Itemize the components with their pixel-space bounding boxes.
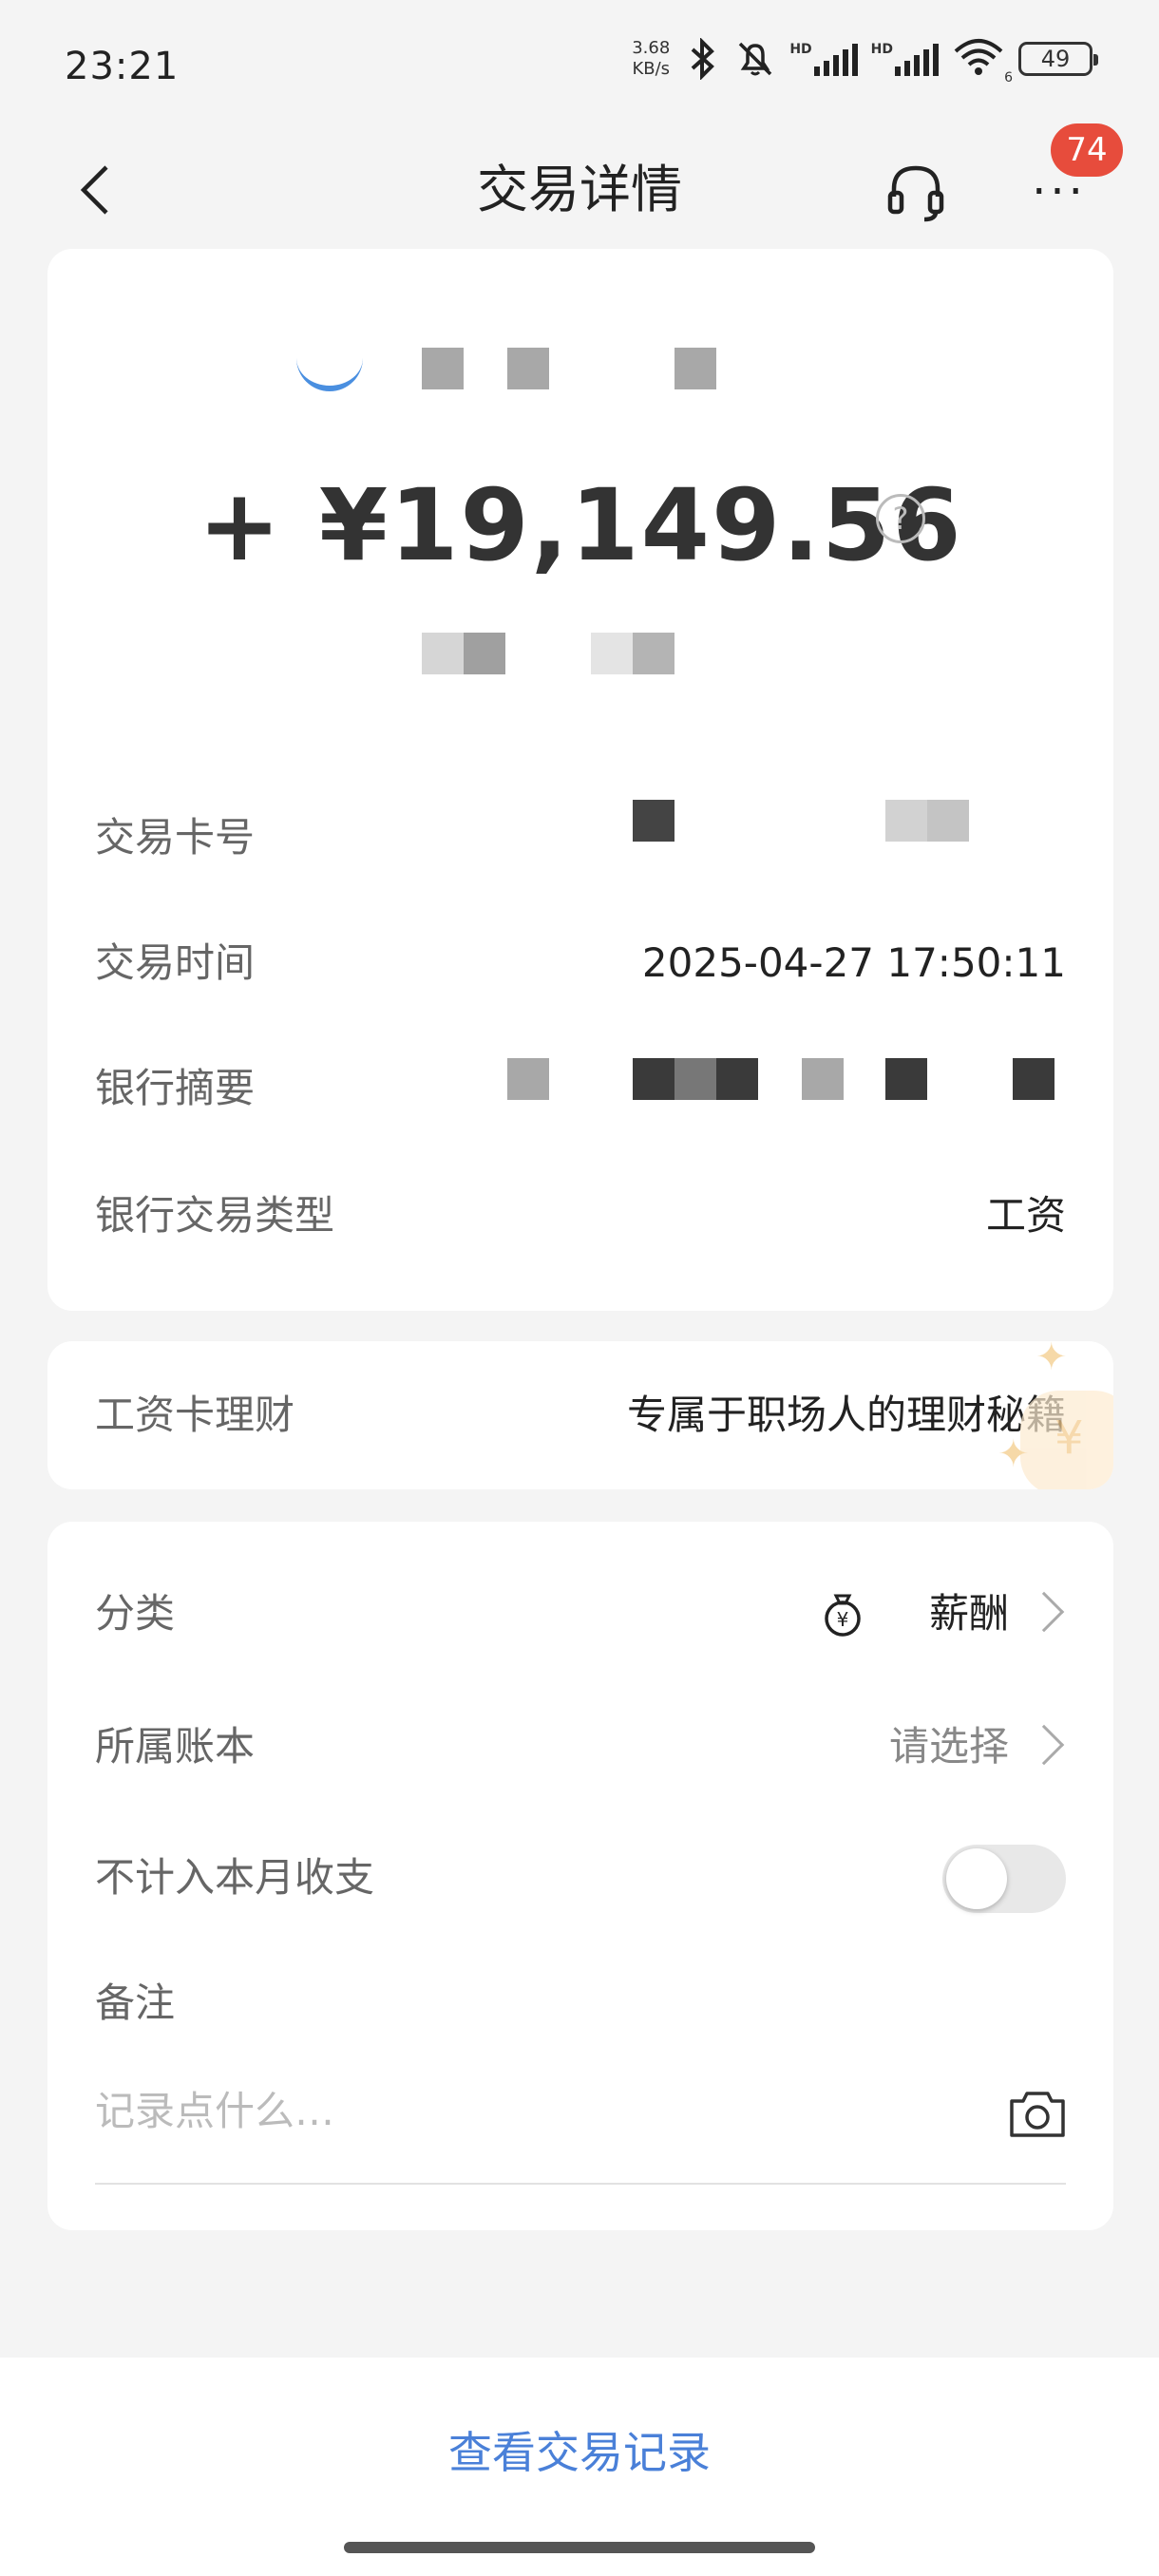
redacted-card-number — [633, 800, 674, 842]
memo-underline — [95, 2183, 1066, 2185]
redacted-bank-summary — [674, 1058, 716, 1100]
mute-bell-icon — [739, 42, 772, 76]
network-speed-unit: KB/s — [632, 59, 671, 79]
redacted-bank-summary — [885, 1058, 927, 1100]
hd-label: HD — [870, 42, 893, 57]
detail-label: 银行交易类型 — [95, 1192, 335, 1239]
ledger-label: 所属账本 — [95, 1723, 256, 1770]
redacted-subtitle — [591, 633, 633, 674]
wifi-icon: 6 — [952, 36, 1013, 85]
customer-service-button[interactable] — [874, 150, 958, 234]
exclude-month-row: 不计入本月收支 — [48, 1835, 1113, 1921]
redacted-merchant-name — [422, 348, 464, 389]
promo-card[interactable]: 工资卡理财 专属于职场人的理财秘籍 ¥ ✦ ✦ — [48, 1341, 1113, 1489]
camera-icon — [1010, 2092, 1065, 2137]
redacted-subtitle — [633, 633, 674, 674]
network-speed-value: 3.68 — [632, 38, 671, 58]
memo-label: 备注 — [95, 1979, 176, 2026]
page-title: 交易详情 — [477, 160, 682, 219]
detail-row-bank-type: 银行交易类型 工资 — [48, 1178, 1113, 1254]
redacted-bank-summary — [1013, 1058, 1054, 1100]
chevron-right-icon — [1023, 1591, 1065, 1633]
detail-row-time: 交易时间 2025-04-27 17:50:11 — [48, 925, 1113, 1001]
category-value: 薪酬 — [928, 1590, 1009, 1637]
promo-decoration: ¥ — [1020, 1391, 1113, 1489]
view-records-button[interactable]: 查看交易记录 — [0, 2415, 1159, 2491]
bottom-bar: 查看交易记录 — [0, 2358, 1159, 2576]
sparkle-icon: ✦ — [998, 1432, 1030, 1476]
memo-input[interactable] — [95, 2063, 1026, 2158]
status-icons: 3.68 KB/s HD HD 6 49 — [632, 36, 1098, 85]
transaction-card: + ¥19,149.56 ? 交易卡号 交易时间 2025-04-27 17:5… — [48, 249, 1113, 1311]
home-indicator[interactable] — [344, 2542, 815, 2553]
money-bag-glyph: ¥ — [837, 1608, 849, 1631]
detail-value: 2025-04-27 17:50:11 — [641, 939, 1066, 986]
redacted-merchant-name — [507, 348, 549, 389]
redacted-bank-summary — [633, 1058, 674, 1100]
signal-icon: HD — [871, 42, 939, 76]
detail-row-bank-summary: 银行摘要 — [48, 1051, 1113, 1127]
nav-bar: 交易详情 ··· — [0, 133, 1159, 247]
merchant-row — [48, 334, 1113, 391]
ledger-value: 请选择 — [888, 1723, 1009, 1770]
redacted-subtitle — [464, 633, 505, 674]
signal-icon: HD — [789, 42, 858, 76]
amount-help-icon[interactable]: ? — [876, 494, 925, 543]
chevron-right-icon — [1023, 1724, 1065, 1766]
category-label: 分类 — [95, 1590, 176, 1637]
memo-row: 备注 — [48, 1960, 1113, 2046]
detail-label: 交易卡号 — [95, 814, 256, 861]
category-row[interactable]: 分类 ¥ 薪酬 — [48, 1571, 1113, 1657]
detail-value: 工资 — [985, 1192, 1066, 1239]
edit-card: 分类 ¥ 薪酬 所属账本 请选择 不计入本月收支 备注 — [48, 1522, 1113, 2230]
transaction-amount: + ¥19,149.56 — [198, 467, 963, 583]
wifi-index: 6 — [1004, 70, 1013, 85]
notification-badge: 74 — [1051, 123, 1123, 177]
toggle-knob — [946, 1848, 1007, 1909]
back-button[interactable] — [57, 152, 133, 228]
battery-level: 49 — [1040, 46, 1071, 72]
money-bag-icon: ¥ — [819, 1590, 866, 1638]
exclude-month-toggle[interactable] — [942, 1845, 1066, 1913]
ledger-row[interactable]: 所属账本 请选择 — [48, 1704, 1113, 1790]
redacted-bank-summary — [802, 1058, 844, 1100]
detail-label: 交易时间 — [95, 939, 256, 986]
redacted-card-number — [927, 800, 969, 842]
redacted-bank-summary — [507, 1058, 549, 1100]
status-time: 23:21 — [65, 45, 180, 88]
bluetooth-icon — [691, 38, 715, 80]
redacted-card-number — [885, 800, 927, 842]
detail-label: 银行摘要 — [95, 1065, 256, 1111]
promo-label: 工资卡理财 — [95, 1392, 295, 1438]
camera-button[interactable] — [1003, 2080, 1072, 2149]
chevron-left-icon — [80, 165, 108, 215]
sparkle-icon: ✦ — [1036, 1341, 1068, 1379]
battery-icon: 49 — [1018, 42, 1098, 76]
redacted-merchant-name — [674, 348, 716, 389]
redacted-subtitle — [422, 633, 464, 674]
detail-row-card-number: 交易卡号 — [48, 800, 1113, 876]
hd-label: HD — [789, 42, 812, 57]
network-speed: 3.68 KB/s — [632, 38, 670, 80]
merchant-logo — [296, 344, 363, 391]
exclude-month-label: 不计入本月收支 — [95, 1854, 375, 1901]
redacted-bank-summary — [716, 1058, 758, 1100]
status-bar: 23:21 3.68 KB/s HD HD 6 49 — [0, 0, 1159, 133]
headset-icon — [887, 165, 944, 222]
yen-coin-icon: ¥ — [1054, 1411, 1084, 1465]
